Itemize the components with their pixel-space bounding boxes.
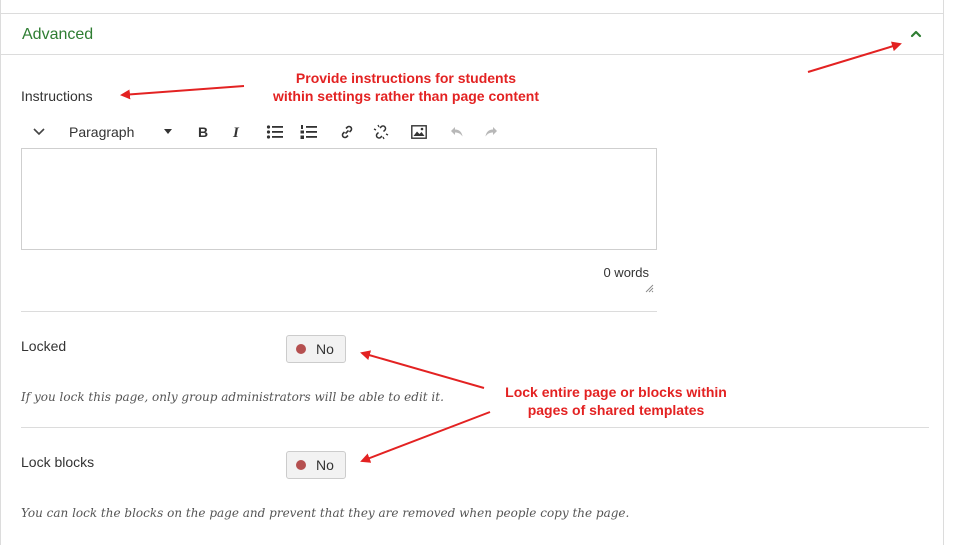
- redo-icon[interactable]: [479, 118, 503, 146]
- italic-icon[interactable]: I: [225, 118, 249, 146]
- toggle-off-indicator: [296, 460, 306, 470]
- lock-blocks-help-text: You can lock the blocks on the page and …: [21, 506, 630, 520]
- chevron-up-icon[interactable]: [907, 26, 925, 42]
- collapse-toolbar-icon[interactable]: [29, 118, 49, 146]
- bold-icon[interactable]: B: [191, 118, 215, 146]
- annotation-lock: Lock entire page or blocks within pages …: [478, 383, 754, 419]
- lock-blocks-toggle-label: No: [316, 457, 334, 473]
- locked-help-text: If you lock this page, only group admini…: [21, 390, 444, 404]
- caret-down-icon: [164, 129, 172, 134]
- unlink-icon[interactable]: [369, 118, 393, 146]
- locked-toggle-label: No: [316, 341, 334, 357]
- previous-section-edge: [0, 0, 944, 13]
- svg-text:B: B: [198, 125, 208, 139]
- locked-label: Locked: [21, 338, 67, 354]
- link-icon[interactable]: [335, 118, 359, 146]
- annotation-line: Lock entire page or blocks within: [505, 384, 727, 400]
- editor-toolbar: Paragraph B I: [21, 118, 657, 146]
- divider: [21, 311, 657, 312]
- image-icon[interactable]: [407, 118, 431, 146]
- section-title: Advanced: [22, 26, 94, 43]
- word-count: 0 words: [603, 265, 649, 280]
- locked-toggle[interactable]: No: [286, 335, 346, 363]
- bullet-list-icon[interactable]: [263, 118, 287, 146]
- toggle-off-indicator: [296, 344, 306, 354]
- numbered-list-icon[interactable]: [297, 118, 321, 146]
- undo-icon[interactable]: [445, 118, 469, 146]
- instructions-editor[interactable]: [21, 148, 657, 250]
- block-format-label: Paragraph: [69, 124, 135, 140]
- lock-blocks-toggle[interactable]: No: [286, 451, 346, 479]
- annotation-instructions: Provide instructions for students within…: [246, 69, 566, 105]
- advanced-section-header[interactable]: Advanced: [0, 13, 944, 55]
- block-format-select[interactable]: Paragraph: [65, 118, 177, 146]
- lock-blocks-label: Lock blocks: [21, 454, 95, 470]
- svg-text:I: I: [232, 125, 240, 139]
- annotation-line: Provide instructions for students: [295, 70, 517, 86]
- divider: [21, 427, 929, 428]
- resize-handle-icon[interactable]: [645, 280, 654, 293]
- annotation-line: pages of shared templates: [527, 402, 705, 418]
- instructions-label: Instructions: [21, 88, 93, 104]
- annotation-line: within settings rather than page content: [272, 88, 540, 104]
